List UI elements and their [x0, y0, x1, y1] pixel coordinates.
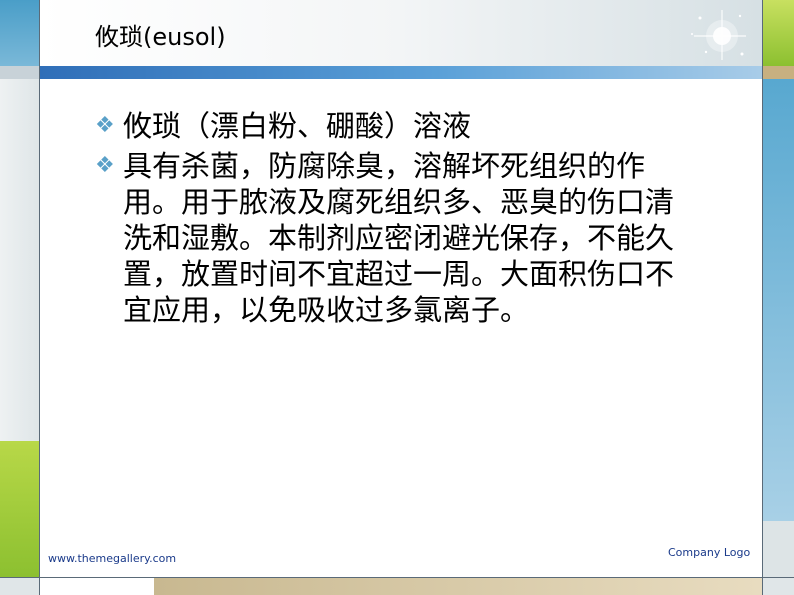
company-logo-text: Company Logo: [668, 546, 751, 559]
title-underline-bar: [39, 66, 762, 79]
left-divider: [39, 0, 40, 595]
right-divider: [762, 0, 763, 595]
right-blue-panel: [762, 79, 794, 521]
footer-url: www.themegallery.com: [48, 552, 177, 565]
sparkle-icon: [691, 10, 746, 60]
page-title: 攸琐(eusol): [95, 23, 226, 51]
left-green-panel: [0, 441, 39, 577]
right-tan-strip: [762, 66, 794, 79]
left-blue-panel: [0, 0, 39, 66]
left-bottom-panel: [0, 577, 39, 595]
left-gray-panel: [0, 79, 39, 441]
right-bottom-panel: [762, 577, 794, 595]
bullet-text: 攸琐（漂白粉、硼酸）溶液: [123, 109, 472, 143]
right-gray-panel: [762, 521, 794, 577]
right-green-panel: [762, 0, 794, 66]
bullet-item: ❖ 具有杀菌，防腐除臭，溶解坏死组织的作用。用于脓液及腐死组织多、恶臭的伤口清洗…: [95, 148, 695, 328]
bottom-white-strip: [40, 578, 154, 595]
left-gray-strip: [0, 66, 39, 79]
bullet-text: 具有杀菌，防腐除臭，溶解坏死组织的作用。用于脓液及腐死组织多、恶臭的伤口清洗和湿…: [123, 149, 675, 327]
bullet-item: ❖ 攸琐（漂白粉、硼酸）溶液: [95, 108, 695, 144]
diamond-bullet-icon: ❖: [95, 153, 115, 178]
diamond-bullet-icon: ❖: [95, 113, 115, 138]
bullet-list: ❖ 攸琐（漂白粉、硼酸）溶液 ❖ 具有杀菌，防腐除臭，溶解坏死组织的作用。用于脓…: [95, 108, 695, 332]
bottom-tan-strip: [154, 578, 762, 595]
